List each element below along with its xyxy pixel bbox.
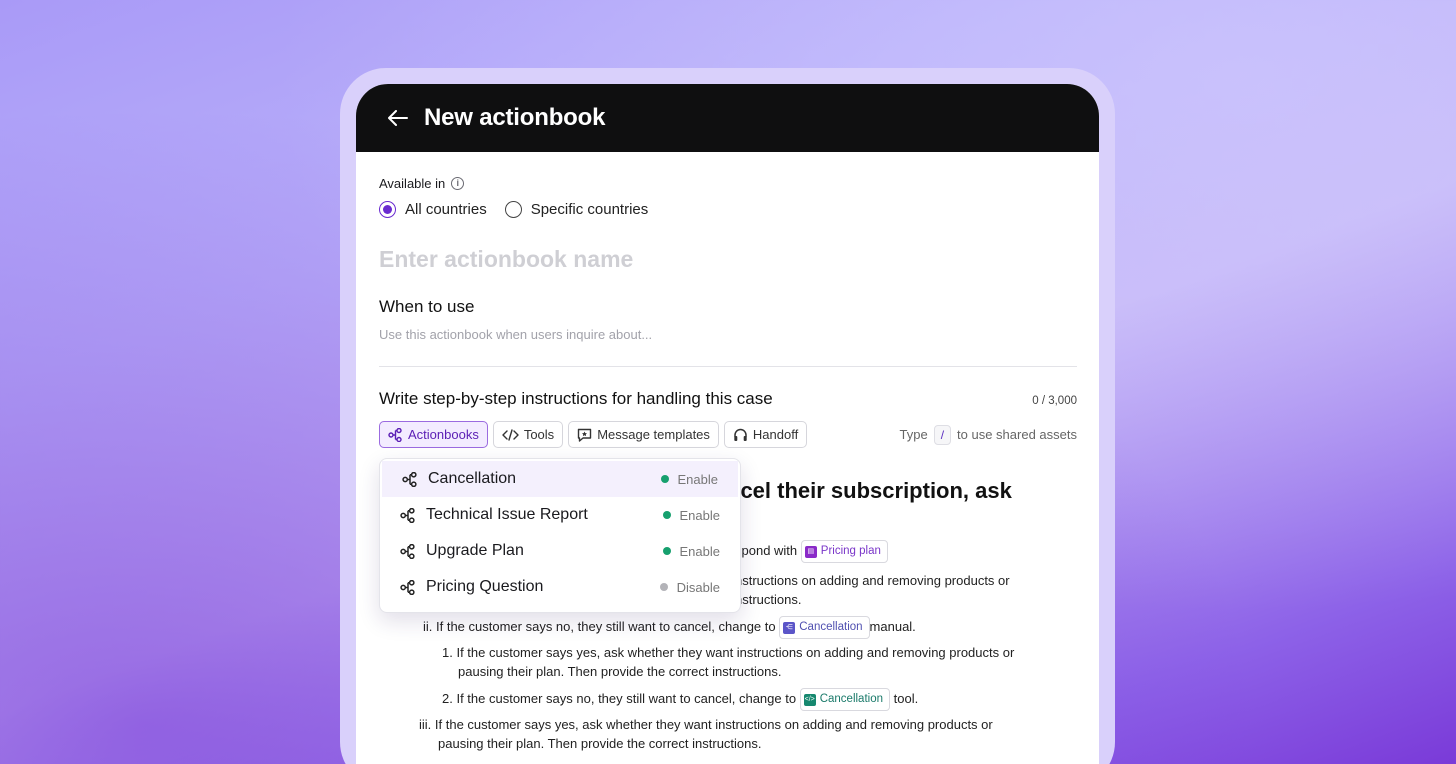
editor-line: nstructions. [735,592,802,607]
status-dot-icon [662,511,671,519]
handoff-button[interactable]: Handoff [723,421,808,448]
page-title: New actionbook [424,104,606,131]
header-bar: New actionbook [356,84,1099,152]
radio-all-countries[interactable]: All countries [379,201,487,218]
actionbook-icon [402,471,417,487]
back-arrow-icon[interactable] [386,106,410,130]
device-frame: New actionbook Available in i All countr… [340,68,1115,764]
availability-radio-group: All countries Specific countries [379,201,1077,218]
actionbooks-label: Actionbooks [408,427,479,442]
editor-text: 2. If the customer says no, they still w… [442,690,797,706]
character-count: 0 / 3,000 [1032,395,1077,407]
availability-label-row: Available in i [379,176,1077,191]
actionbook-icon [388,427,402,442]
status: Enable [662,507,720,523]
instructions-header: Write step-by-step instructions for hand… [379,389,1077,409]
editor-line: ii. If the customer says no, they still … [423,616,916,639]
radio-unselected-icon[interactable] [504,201,522,218]
dropdown-item-technical-issue-report[interactable]: Technical Issue Report Enable [380,497,740,533]
app-screen: New actionbook Available in i All countr… [356,84,1099,764]
editor-text: ii. If the customer says no, they still … [423,618,776,634]
editor-text: manual. [869,618,916,634]
code-icon [502,428,519,441]
when-to-use-heading: When to use [379,297,475,316]
slash-key: / [933,424,952,445]
divider [379,366,1077,367]
dropdown-item-pricing-question[interactable]: Pricing Question Disable [380,569,740,605]
dropdown-item-label: Pricing Question [426,578,544,595]
editor-line: iii. If the customer says yes, ask wheth… [419,717,993,732]
radio-specific-countries[interactable]: Specific countries [504,201,649,218]
actionbook-name-input[interactable] [379,246,1077,273]
info-icon[interactable]: i [451,177,465,190]
tools-label: Tools [523,427,555,442]
cancellation-actionbook-chip[interactable]: ⋲ Cancellation [779,616,870,639]
chip-label: Cancellation [799,621,863,633]
handoff-label: Handoff [752,427,799,442]
instructions-editor[interactable]: ncel their subscription, ask spond with … [379,458,1077,764]
headset-icon [734,428,747,441]
status-dot-icon [660,475,669,483]
actionbook-icon: ⋲ [783,621,796,634]
insert-toolbar: Actionbooks Tools Message templates Hand… [379,421,1077,448]
shared-assets-hint: Type / to use shared assets [899,424,1077,445]
hint-prefix: Type [899,427,928,442]
editor-line: pausing their plan. Then provide the cor… [458,664,782,679]
editor-line: pausing their plan. Then provide the cor… [438,736,762,751]
message-template-icon: ▤ [804,545,817,558]
editor-line: spond with ▤ Pricing plan [735,540,888,563]
status-label: Enable [679,507,720,523]
radio-label: Specific countries [530,201,649,218]
editor-text: spond with [735,542,798,558]
message-templates-button[interactable]: Message templates [568,421,719,448]
form: Available in i All countries Specific co… [356,152,1099,764]
dropdown-item-cancellation[interactable]: Cancellation Enable [382,461,738,497]
actionbook-icon [400,579,415,595]
actionbooks-button[interactable]: Actionbooks [379,421,488,448]
tools-button[interactable]: Tools [492,421,564,448]
status-dot-icon [662,547,671,555]
status: Enable [660,471,718,487]
code-icon: </> [803,693,816,706]
dropdown-item-label: Upgrade Plan [426,542,524,559]
dropdown-item-label: Technical Issue Report [426,506,588,523]
actionbook-icon [400,543,415,559]
chip-label: Pricing plan [820,545,881,557]
editor-text: tool. [893,690,919,706]
message-template-icon [577,428,592,442]
status-dot-icon [659,583,668,591]
actionbooks-dropdown: Cancellation Enable Technical Issue Repo… [379,458,741,613]
status-label: Enable [679,543,720,559]
editor-line: 1. If the customer says yes, ask whether… [442,645,1015,660]
cancellation-tool-chip[interactable]: </> Cancellation [799,688,890,711]
radio-selected-icon[interactable] [379,201,396,218]
hint-suffix: to use shared assets [957,427,1077,442]
status: Disable [659,579,720,595]
editor-line: nstructions on adding and removing produ… [735,573,1010,588]
pricing-plan-chip[interactable]: ▤ Pricing plan [800,540,888,563]
status-label: Disable [676,579,720,595]
instructions-heading: Write step-by-step instructions for hand… [379,389,773,408]
status-label: Enable [677,471,718,487]
status: Enable [662,543,720,559]
editor-line: 2. If the customer says no, they still w… [442,688,918,711]
radio-label: All countries [405,201,487,218]
dropdown-item-label: Cancellation [428,470,517,487]
chip-label: Cancellation [819,693,883,705]
actionbook-icon [400,507,415,523]
availability-label: Available in [379,176,446,191]
dropdown-item-upgrade-plan[interactable]: Upgrade Plan Enable [380,533,740,569]
message-templates-label: Message templates [597,427,710,442]
editor-heading-text: ncel their subscription, ask [727,478,1012,503]
when-to-use-input[interactable] [379,327,1077,342]
